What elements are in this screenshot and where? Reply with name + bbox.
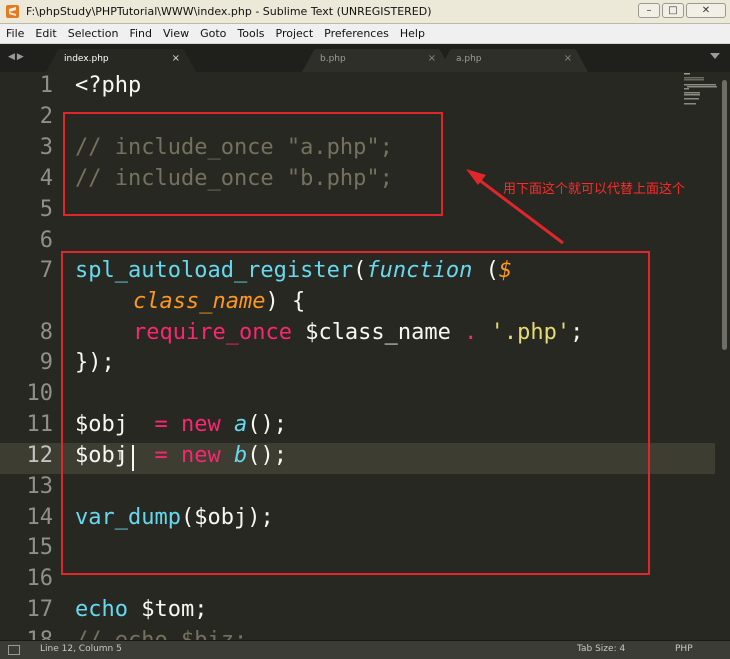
annotation-arrow-icon [466,169,564,245]
close-button[interactable]: ✕ [686,3,726,18]
tab-bar: ◀▶ a.php × b.php × index.php × [0,44,730,72]
minimize-button[interactable]: – [638,3,660,18]
cursor-position: Line 12, Column 5 [40,644,122,654]
menu-preferences[interactable]: Preferences [324,27,389,40]
tab-label: index.php [64,54,109,64]
tab-size-selector[interactable]: Tab Size: 4 [577,644,625,654]
tab-nav-arrows-icon[interactable]: ◀▶ [8,52,26,62]
minimize-icon: – [646,4,652,16]
tab-a-php[interactable]: a.php × [438,49,588,72]
sublime-text-icon [6,5,19,18]
menu-bar: File Edit Selection Find View Goto Tools… [0,24,730,44]
tab-label: a.php [456,54,482,64]
tab-dropdown-icon[interactable] [710,53,720,59]
menu-edit[interactable]: Edit [35,27,56,40]
tab-label: b.php [320,54,346,64]
close-icon: ✕ [701,4,711,16]
menu-view[interactable]: View [163,27,189,40]
syntax-selector[interactable]: PHP [675,644,693,654]
minimap[interactable] [681,72,721,112]
tab-index-php[interactable]: index.php × [46,49,196,72]
menu-help[interactable]: Help [400,27,425,40]
menu-file[interactable]: File [6,27,24,40]
title-bar: F:\phpStudy\PHPTutorial\WWW\index.php - … [0,0,730,24]
maximize-button[interactable]: □ [662,3,684,18]
panel-toggle-icon[interactable] [8,645,20,655]
menu-find[interactable]: Find [129,27,152,40]
menu-tools[interactable]: Tools [237,27,264,40]
tab-close-icon[interactable]: × [564,53,572,64]
vertical-scrollbar[interactable] [720,72,730,640]
menu-project[interactable]: Project [276,27,314,40]
menu-selection[interactable]: Selection [68,27,119,40]
tab-b-php[interactable]: b.php × [302,49,452,72]
window-title: F:\phpStudy\PHPTutorial\WWW\index.php - … [26,5,432,18]
maximize-icon: □ [668,4,678,16]
code-editor[interactable]: 1 2 3 4 5 6 7 8 9 10 11 12 13 14 15 16 1… [0,72,730,640]
tab-close-icon[interactable]: × [172,53,180,64]
scrollbar-thumb[interactable] [722,80,727,350]
tab-close-icon[interactable]: × [428,53,436,64]
menu-goto[interactable]: Goto [200,27,226,40]
annotation-text: 用下面这个就可以代替上面这个 [503,182,686,197]
status-bar: Line 12, Column 5 Tab Size: 4 PHP [0,640,730,659]
